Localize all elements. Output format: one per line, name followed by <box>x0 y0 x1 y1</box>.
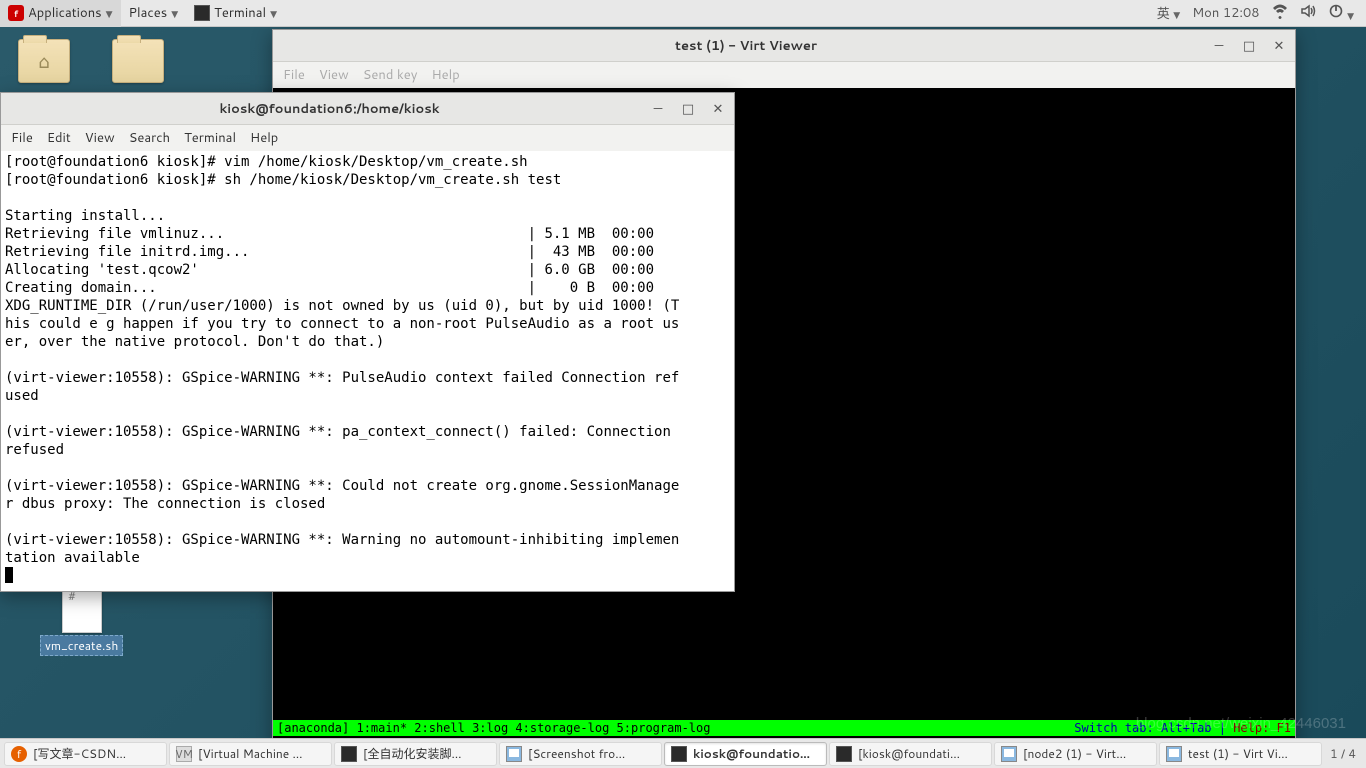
terminal-output[interactable]: [root@foundation6 kiosk]# vim /home/kios… <box>1 151 734 591</box>
places-menu[interactable]: Places ▼ <box>121 0 187 27</box>
chevron-down-icon: ▼ <box>1173 8 1180 21</box>
taskbar-item-4[interactable]: kiosk@foundatio… <box>664 742 827 766</box>
terminal-icon <box>194 5 210 21</box>
minimize-button[interactable]: — <box>650 101 666 117</box>
menu-edit[interactable]: Edit <box>47 129 71 147</box>
terminal-title: kiosk@foundation6:/home/kiosk <box>9 100 650 118</box>
terminal-menubar: File Edit View Search Terminal Help <box>1 125 734 151</box>
taskbar-item-3[interactable]: [Screenshot fro… <box>499 742 662 766</box>
terminal-titlebar[interactable]: kiosk@foundation6:/home/kiosk — □ ✕ <box>1 93 734 125</box>
chevron-down-icon: ▼ <box>1347 9 1354 22</box>
maximize-button[interactable]: □ <box>680 101 696 117</box>
script-file-icon <box>62 585 102 633</box>
taskbar-item-label: [node2 (1) - Virt… <box>1023 745 1126 762</box>
power-icon[interactable]: ▼ <box>1324 3 1358 24</box>
menu-file[interactable]: File <box>283 66 305 84</box>
terminal-icon <box>341 746 357 762</box>
taskbar-item-label: [全自动化安装脚… <box>363 745 462 762</box>
menu-terminal[interactable]: Terminal <box>184 129 236 147</box>
taskbar: f [写文章-CSDN… VM [Virtual Machine … [全自动化安装脚…… <box>0 738 1366 768</box>
menu-view[interactable]: View <box>319 66 349 84</box>
top-panel: f Applications ▼ Places ▼ Terminal ▼ 英 ▼… <box>0 0 1366 27</box>
monitor-icon <box>1001 746 1017 762</box>
workspace-switcher[interactable]: 1 / 4 <box>1324 745 1362 762</box>
input-method-indicator[interactable]: 英 ▼ <box>1153 3 1185 23</box>
activities-menu[interactable]: f Applications ▼ <box>0 0 121 27</box>
virt-title: test (1) - Virt Viewer <box>281 37 1211 55</box>
anaconda-tabs: [anaconda] 1:main* 2:shell 3:log 4:stora… <box>277 721 710 735</box>
maximize-button[interactable]: □ <box>1241 38 1257 54</box>
taskbar-item-label: test (1) - Virt Vi… <box>1188 745 1288 762</box>
image-icon <box>506 746 522 762</box>
menu-help[interactable]: Help <box>250 129 278 147</box>
taskbar-item-6[interactable]: [node2 (1) - Virt… <box>994 742 1157 766</box>
clock[interactable]: Mon 12:08 <box>1188 4 1263 22</box>
taskbar-item-label: [Virtual Machine … <box>198 745 303 762</box>
chevron-down-icon: ▼ <box>171 7 178 20</box>
virt-titlebar[interactable]: test (1) - Virt Viewer — □ ✕ <box>273 30 1295 62</box>
cursor-icon <box>5 567 13 583</box>
terminal-icon <box>671 746 687 762</box>
folder-icon: ⌂ <box>18 39 70 83</box>
chevron-down-icon: ▼ <box>270 7 277 20</box>
firefox-icon: f <box>11 746 27 762</box>
terminal-app-menu[interactable]: Terminal ▼ <box>186 0 285 27</box>
terminal-window: kiosk@foundation6:/home/kiosk — □ ✕ File… <box>0 92 735 592</box>
desktop-file-vmscript[interactable]: vm_create.sh <box>40 585 123 656</box>
watermark: blog.csdn.net/weixin_42446031 <box>1136 715 1346 732</box>
taskbar-item-1[interactable]: VM [Virtual Machine … <box>169 742 332 766</box>
distro-logo-icon: f <box>8 5 24 21</box>
taskbar-item-label: [写文章-CSDN… <box>33 745 126 762</box>
terminal-icon <box>836 746 852 762</box>
folder-icon <box>112 39 164 83</box>
applications-label: Applications <box>28 4 102 22</box>
minimize-button[interactable]: — <box>1211 38 1227 54</box>
network-icon[interactable] <box>1268 3 1292 24</box>
monitor-icon <box>1166 746 1182 762</box>
menu-file[interactable]: File <box>11 129 33 147</box>
desktop-home-folder[interactable]: ⌂ <box>14 35 74 89</box>
menu-help[interactable]: Help <box>431 66 459 84</box>
volume-icon[interactable] <box>1296 3 1320 24</box>
taskbar-item-label: kiosk@foundatio… <box>693 745 810 762</box>
chevron-down-icon: ▼ <box>106 7 113 20</box>
menu-search[interactable]: Search <box>129 129 170 147</box>
close-button[interactable]: ✕ <box>710 101 726 117</box>
taskbar-item-label: [kiosk@foundati… <box>858 745 960 762</box>
taskbar-item-label: [Screenshot fro… <box>528 745 625 762</box>
menu-sendkey[interactable]: Send key <box>363 66 418 84</box>
taskbar-item-0[interactable]: f [写文章-CSDN… <box>4 742 167 766</box>
close-button[interactable]: ✕ <box>1271 38 1287 54</box>
virt-menubar: File View Send key Help <box>273 62 1295 88</box>
taskbar-item-7[interactable]: test (1) - Virt Vi… <box>1159 742 1322 766</box>
desktop-folder[interactable] <box>108 35 168 89</box>
vm-manager-icon: VM <box>176 746 192 762</box>
taskbar-item-5[interactable]: [kiosk@foundati… <box>829 742 992 766</box>
menu-view[interactable]: View <box>85 129 115 147</box>
taskbar-item-2[interactable]: [全自动化安装脚… <box>334 742 497 766</box>
